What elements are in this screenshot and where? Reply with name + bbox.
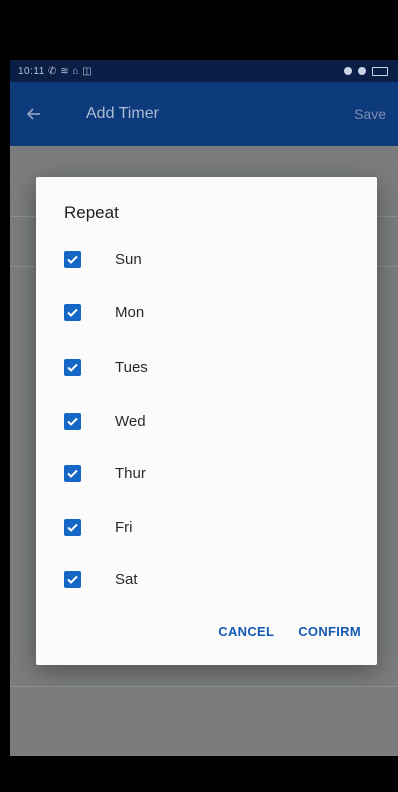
dialog-actions: CANCEL CONFIRM [218, 620, 361, 643]
day-label: Fri [115, 518, 133, 536]
repeat-dialog: Repeat Sun Mon Tues Wed Thur Fri Sat CAN… [36, 177, 377, 665]
day-label: Tues [115, 358, 148, 376]
checkbox-checked-icon[interactable] [64, 518, 81, 536]
save-button[interactable]: Save [354, 106, 386, 122]
checkbox-checked-icon[interactable] [64, 358, 81, 376]
status-time: 10:11 ✆ ≋ ⌂ ◫ [18, 65, 93, 77]
cancel-button[interactable]: CANCEL [218, 620, 274, 643]
status-icons [344, 66, 388, 76]
day-option-wed[interactable]: Wed [64, 407, 344, 435]
confirm-button[interactable]: CONFIRM [298, 620, 361, 643]
top-bezel [0, 0, 398, 60]
day-option-tues[interactable]: Tues [64, 353, 344, 381]
checkbox-checked-icon[interactable] [64, 250, 81, 268]
status-bar: 10:11 ✆ ≋ ⌂ ◫ [10, 60, 398, 82]
day-label: Sat [115, 570, 138, 588]
app-bar: Add Timer Save [10, 82, 398, 146]
checkbox-checked-icon[interactable] [64, 464, 81, 482]
day-option-fri[interactable]: Fri [64, 513, 344, 541]
bottom-bezel [0, 756, 398, 792]
alarm-icon [344, 67, 352, 75]
day-option-sat[interactable]: Sat [64, 565, 344, 593]
day-option-mon[interactable]: Mon [64, 298, 344, 326]
back-button[interactable] [22, 102, 46, 126]
day-label: Thur [115, 464, 146, 482]
day-label: Sun [115, 250, 142, 268]
back-arrow-icon [26, 108, 40, 120]
day-label: Mon [115, 303, 145, 321]
page-title: Add Timer [86, 105, 159, 122]
day-option-thur[interactable]: Thur [64, 459, 344, 487]
dialog-title: Repeat [64, 203, 119, 222]
checkbox-checked-icon[interactable] [64, 570, 81, 588]
content-divider [10, 686, 398, 687]
battery-icon [372, 66, 388, 76]
checkbox-checked-icon[interactable] [64, 303, 81, 321]
day-option-sun[interactable]: Sun [64, 245, 344, 273]
day-label: Wed [115, 412, 146, 430]
bluetooth-icon [358, 67, 366, 75]
checkbox-checked-icon[interactable] [64, 412, 81, 430]
